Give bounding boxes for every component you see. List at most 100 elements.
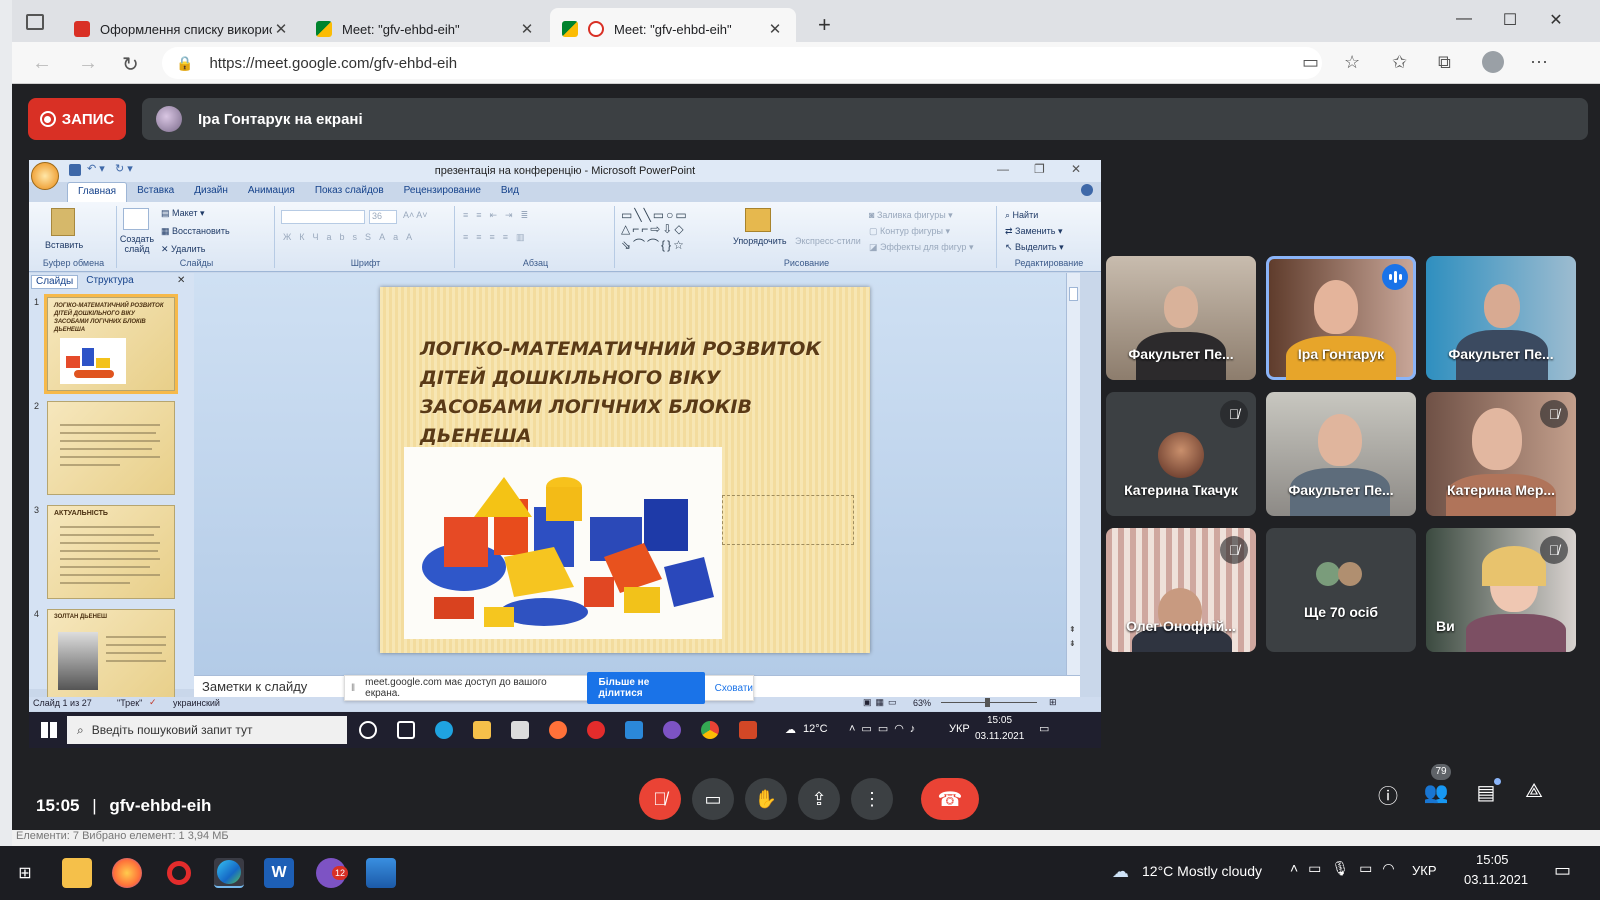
replace-button[interactable]: ⇄ Заменить ▾ bbox=[1005, 226, 1063, 237]
panel-tab-slides[interactable]: Слайды bbox=[31, 275, 79, 289]
participant-tile[interactable]: 🎙̸ Катерина Ткачук bbox=[1106, 392, 1256, 516]
windows-start-icon[interactable]: ⊞ bbox=[10, 858, 40, 888]
ribbon-tab[interactable]: Вид bbox=[491, 182, 529, 202]
plus-icon[interactable]: + bbox=[818, 12, 831, 38]
shape-outline-button[interactable]: ▢ Контур фигуры ▾ bbox=[869, 226, 950, 237]
ribbon-tab[interactable]: Дизайн bbox=[184, 182, 238, 202]
new-slide-icon[interactable] bbox=[123, 208, 149, 230]
participant-tile[interactable]: Факультет Пе... bbox=[1266, 392, 1416, 516]
save-icon[interactable] bbox=[69, 164, 81, 176]
meeting-details-button[interactable]: ⓘ bbox=[1370, 780, 1406, 809]
microphone-toggle-button[interactable]: 🎙̸ bbox=[639, 778, 681, 820]
select-button[interactable]: ↖ Выделить ▾ bbox=[1005, 242, 1064, 253]
redo-icon[interactable]: ↻ ▾ bbox=[115, 162, 133, 175]
slide-thumbnail[interactable]: АКТУАЛЬНІСТЬ bbox=[47, 505, 175, 599]
word-icon[interactable]: W bbox=[264, 858, 294, 888]
edge-icon[interactable] bbox=[214, 858, 244, 888]
ppt-close-icon[interactable]: ✕ bbox=[1071, 162, 1081, 176]
font-size-select[interactable]: 36 bbox=[369, 210, 397, 224]
more-participants-tile[interactable]: Ще 70 осіб bbox=[1266, 528, 1416, 652]
logic-blocks-photo[interactable] bbox=[404, 447, 722, 639]
participant-tile-speaking[interactable]: Іра Гонтарук bbox=[1266, 256, 1416, 380]
paste-icon[interactable] bbox=[51, 208, 75, 236]
ribbon-tab[interactable]: Вставка bbox=[127, 182, 184, 202]
close-tab-icon[interactable]: ✕ bbox=[766, 20, 784, 38]
reset-button[interactable]: ▦ Восстановить bbox=[161, 226, 230, 237]
camera-in-use-icon[interactable]: ▭ bbox=[1302, 52, 1319, 73]
close-panel-icon[interactable]: ✕ bbox=[177, 275, 185, 286]
photos-icon[interactable] bbox=[366, 858, 396, 888]
favorites-icon[interactable]: ✩ bbox=[1392, 52, 1407, 73]
opera-icon[interactable] bbox=[164, 858, 194, 888]
next-slide-icon[interactable]: ⇟ bbox=[1069, 639, 1076, 648]
arrange-button[interactable]: Упорядочить bbox=[733, 236, 787, 246]
find-button[interactable]: ⌕ Найти bbox=[1005, 210, 1038, 221]
slide-scrollbar[interactable]: ⇞ ⇟ bbox=[1066, 273, 1080, 675]
font-family-select[interactable] bbox=[281, 210, 365, 224]
participant-tile[interactable]: Факультет Пе... bbox=[1106, 256, 1256, 380]
recording-button[interactable]: ЗАПИС bbox=[28, 98, 126, 140]
hide-banner-button[interactable]: Сховати bbox=[715, 683, 753, 694]
participant-tile[interactable]: 🎙̸ Олег Онофрій... bbox=[1106, 528, 1256, 652]
more-options-button[interactable]: ⋮ bbox=[851, 778, 893, 820]
new-slide-button[interactable]: Создать слайд bbox=[119, 234, 155, 254]
firefox-icon[interactable] bbox=[112, 858, 142, 888]
profile-avatar[interactable] bbox=[1482, 51, 1504, 73]
current-slide[interactable]: ЛОГІКО-МАТЕМАТИЧНИЙ РОЗВИТОК ДІТЕЙ ДОШКІ… bbox=[380, 287, 870, 653]
panel-tab-outline[interactable]: Структура bbox=[82, 275, 137, 289]
back-icon[interactable]: ← bbox=[32, 52, 52, 75]
raise-hand-button[interactable]: ✋ bbox=[745, 778, 787, 820]
maximize-icon[interactable]: ☐ bbox=[1490, 10, 1530, 30]
ppt-minimize-icon[interactable]: — bbox=[997, 162, 1009, 176]
system-tray-icons[interactable]: ˄▭🎙▭◠ bbox=[1290, 860, 1405, 877]
ppt-restore-icon[interactable]: ❐ bbox=[1034, 162, 1045, 176]
prev-slide-icon[interactable]: ⇞ bbox=[1069, 625, 1076, 634]
activities-button[interactable]: ⟁ bbox=[1516, 780, 1552, 803]
weather-icon[interactable]: ☁ bbox=[1112, 862, 1129, 882]
reload-icon[interactable]: ↻ bbox=[122, 52, 139, 77]
delete-button[interactable]: ✕ Удалить bbox=[161, 244, 205, 255]
paste-button[interactable]: Вставить bbox=[45, 240, 83, 250]
shape-effects-button[interactable]: ◪ Эффекты для фигур ▾ bbox=[869, 242, 973, 253]
participant-tile-self[interactable]: 🎙̸ Ви bbox=[1426, 528, 1576, 652]
close-window-icon[interactable]: ✕ bbox=[1536, 10, 1576, 30]
quick-styles-button[interactable]: Экспресс-стили bbox=[795, 236, 861, 246]
list-icons[interactable]: ≡≡⇤⇥≣ bbox=[463, 210, 536, 221]
leave-call-button[interactable]: ☎ bbox=[921, 778, 979, 820]
notifications-icon[interactable]: ▭ bbox=[1554, 860, 1571, 881]
font-grow-icon[interactable]: A˄ A˅ bbox=[403, 210, 428, 220]
align-icons[interactable]: ≡≡≡≡▥ bbox=[463, 232, 533, 243]
slide-title[interactable]: ЛОГІКО-МАТЕМАТИЧНИЙ РОЗВИТОК ДІТЕЙ ДОШКІ… bbox=[420, 335, 840, 451]
url-field[interactable]: 🔒 https://meet.google.com/gfv-ehbd-eih bbox=[162, 47, 1322, 79]
fit-window-icon[interactable]: ⊞ bbox=[1049, 697, 1057, 708]
people-button[interactable]: 👥 bbox=[1418, 780, 1454, 805]
view-buttons[interactable]: ▣▦▭ bbox=[863, 697, 901, 708]
add-favorite-icon[interactable]: ☆ bbox=[1344, 52, 1360, 73]
camera-toggle-button[interactable]: ▭ bbox=[692, 778, 734, 820]
participant-tile[interactable]: Факультет Пе... bbox=[1426, 256, 1576, 380]
slide-thumbnail[interactable]: ЗОЛТАН ДЬЕНЕШ bbox=[47, 609, 175, 703]
office-button-icon[interactable] bbox=[31, 162, 59, 190]
layout-button[interactable]: ▤ Макет ▾ bbox=[161, 208, 205, 219]
ribbon-tab[interactable]: Анимация bbox=[238, 182, 305, 202]
forward-icon[interactable]: → bbox=[78, 52, 98, 75]
present-button[interactable]: ⇪ bbox=[798, 778, 840, 820]
slide-thumbnail[interactable] bbox=[47, 401, 175, 495]
zoom-slider[interactable] bbox=[941, 698, 1037, 707]
undo-icon[interactable]: ↶ ▾ bbox=[87, 162, 105, 175]
collections-icon[interactable]: ⧉ bbox=[1438, 52, 1451, 73]
drag-handle-icon[interactable]: ‖ bbox=[351, 683, 355, 694]
participant-tile[interactable]: 🎙̸ Катерина Мер... bbox=[1426, 392, 1576, 516]
ribbon-tab[interactable]: Главная bbox=[67, 182, 128, 202]
text-placeholder[interactable] bbox=[722, 495, 854, 545]
help-icon[interactable] bbox=[1081, 184, 1093, 196]
shape-fill-button[interactable]: ◙ Заливка фигуры ▾ bbox=[869, 210, 953, 221]
stop-sharing-button[interactable]: Більше не ділитися bbox=[586, 672, 705, 704]
ribbon-tab[interactable]: Рецензирование bbox=[394, 182, 491, 202]
slide-thumbnail[interactable]: ЛОГІКО-МАТЕМАТИЧНИЙ РОЗВИТОК ДІТЕЙ ДОШКІ… bbox=[44, 294, 178, 394]
tab-actions-icon[interactable] bbox=[26, 14, 44, 30]
close-tab-icon[interactable]: ✕ bbox=[272, 20, 290, 38]
arrange-icon[interactable] bbox=[745, 208, 771, 232]
file-explorer-icon[interactable] bbox=[62, 858, 92, 888]
font-format-icons[interactable]: ЖКЧabsSAaA bbox=[283, 232, 420, 242]
